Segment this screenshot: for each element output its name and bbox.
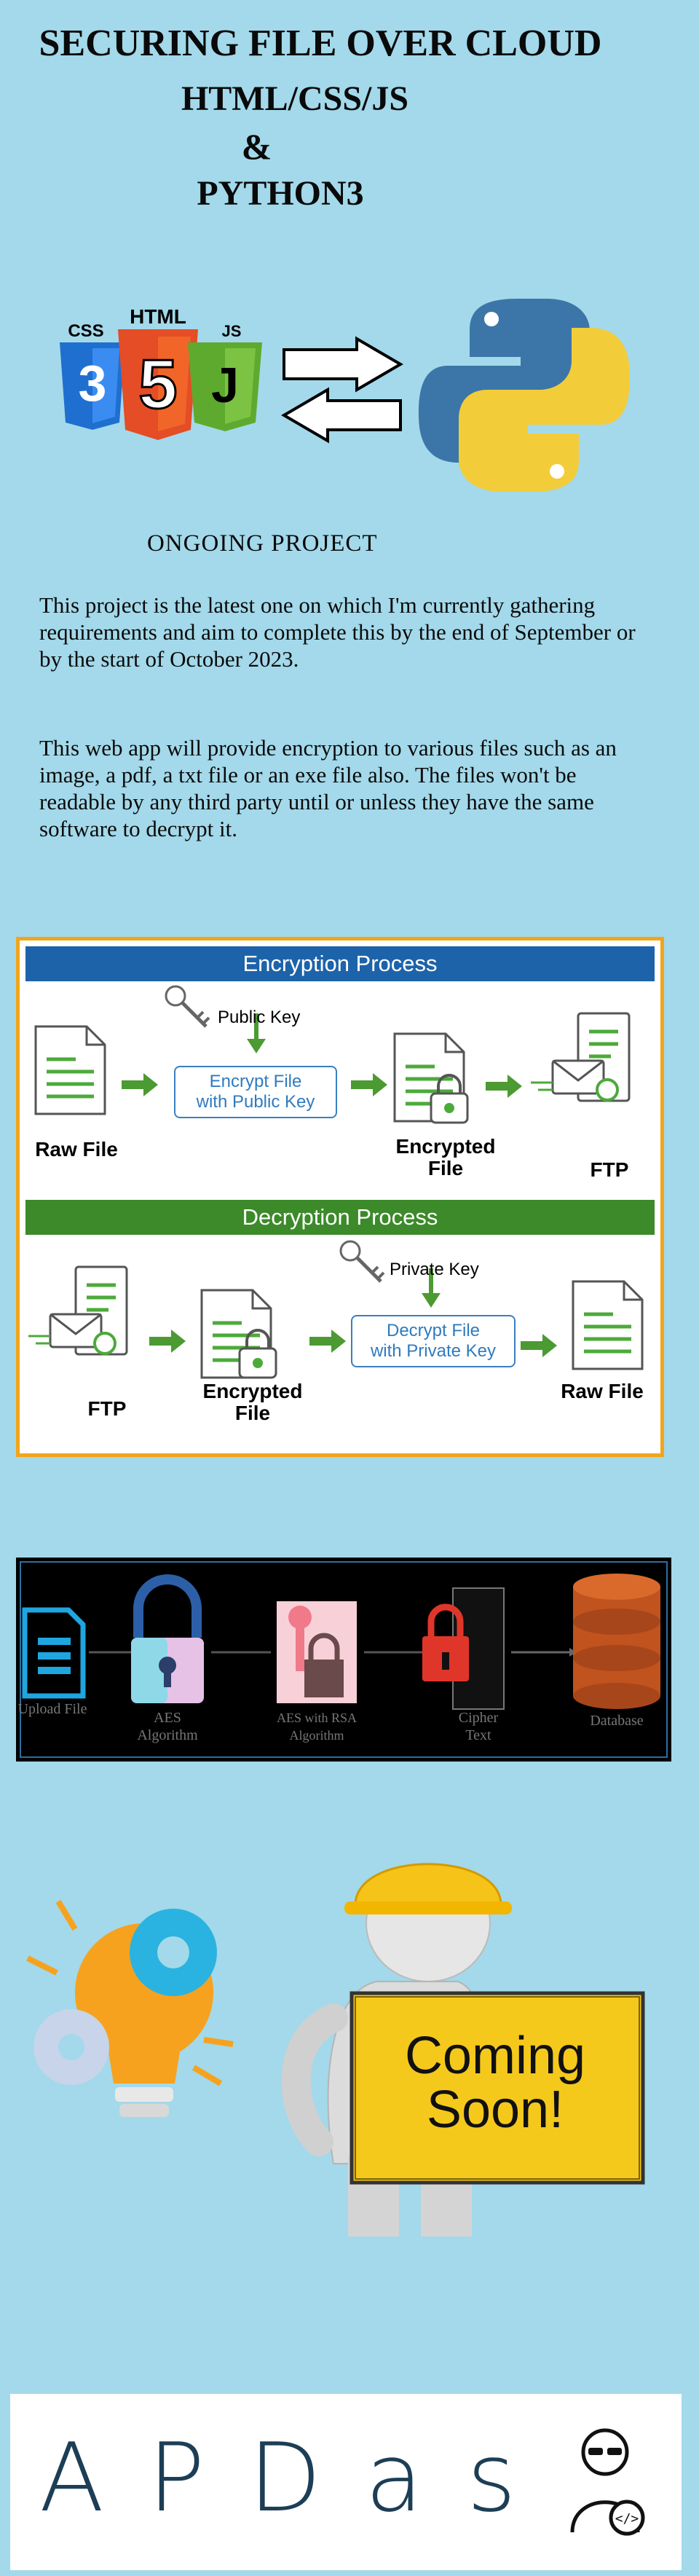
raw-file-label: Raw File bbox=[561, 1380, 644, 1402]
public-key-label: Public Key bbox=[218, 1008, 301, 1027]
ftp-label: FTP bbox=[87, 1397, 127, 1420]
flow-step-line-1: Cipher bbox=[458, 1710, 499, 1726]
ftp-icon bbox=[531, 1013, 629, 1101]
description-paragraph-1: This project is the latest one on which … bbox=[39, 592, 636, 672]
encrypt-step-line-2: with Public Key bbox=[196, 1092, 315, 1112]
ftp-icon bbox=[28, 1267, 127, 1354]
private-key-icon bbox=[341, 1241, 384, 1281]
flow-step-label: Cipher Text bbox=[438, 1709, 518, 1744]
svg-text:JS: JS bbox=[222, 322, 242, 340]
title-line-1: SECURING FILE OVER CLOUD bbox=[39, 23, 602, 64]
flow-step-line-2: Text bbox=[465, 1727, 491, 1743]
exchange-arrows-icon bbox=[281, 336, 403, 444]
decrypt-step-line-1: Decrypt File bbox=[386, 1321, 481, 1340]
javascript-icon: J JS bbox=[188, 322, 262, 431]
encrypt-step-line-1: Encrypt File bbox=[209, 1072, 302, 1091]
logo-wordmark: APDas bbox=[39, 2422, 560, 2533]
raw-file-label: Raw File bbox=[35, 1138, 118, 1161]
ftp-label: FTP bbox=[590, 1158, 629, 1181]
tech-stack-banner: 3 CSS 5 HTML J JS bbox=[60, 299, 630, 492]
title-line-3: & bbox=[241, 126, 272, 167]
arrow-icon bbox=[149, 1330, 186, 1353]
project-status: ONGOING PROJECT bbox=[147, 530, 378, 557]
encryption-flow-diagram: Upload File AES Algorithm AES with RSA A… bbox=[16, 1558, 671, 1762]
cipher-text-icon bbox=[422, 1587, 505, 1710]
python-logo-icon bbox=[419, 299, 630, 492]
encrypted-label-line-2: File bbox=[234, 1402, 271, 1424]
flow-step-line-1: AES with RSA bbox=[276, 1711, 358, 1725]
arrow-icon bbox=[521, 1334, 557, 1357]
arrow-icon bbox=[486, 1075, 522, 1098]
flow-step-line-2: Algorithm bbox=[137, 1727, 198, 1743]
flow-step-label: Database bbox=[590, 1713, 644, 1729]
svg-text:HTML: HTML bbox=[130, 305, 186, 328]
flow-step-label: Upload File bbox=[17, 1701, 87, 1717]
coming-soon-text: Coming Soon! bbox=[357, 2029, 633, 2137]
public-key-icon bbox=[166, 986, 209, 1026]
aes-rsa-key-lock-icon bbox=[277, 1601, 357, 1703]
developer-avatar-icon: </> bbox=[570, 2428, 645, 2536]
title-line-4: PYTHON3 bbox=[197, 174, 364, 213]
private-key-label: Private Key bbox=[390, 1260, 479, 1279]
raw-file-icon bbox=[36, 1026, 105, 1114]
process-diagram-graphics bbox=[20, 941, 660, 1453]
decrypt-step-line-2: with Private Key bbox=[370, 1341, 497, 1361]
flow-step-line-2: Algorithm bbox=[289, 1728, 344, 1743]
apdas-logo-banner: APDas </> bbox=[10, 2394, 682, 2570]
arrow-icon bbox=[122, 1073, 158, 1096]
flow-step-label: AES with RSA Algorithm bbox=[269, 1709, 364, 1744]
svg-text:J: J bbox=[211, 358, 239, 413]
description-paragraph-2: This web app will provide encryption to … bbox=[39, 735, 617, 841]
raw-file-icon bbox=[573, 1281, 642, 1369]
coming-soon-line-1: Coming bbox=[404, 2027, 586, 2085]
encryption-decryption-diagram: Encryption Process Decryption Process Pu… bbox=[16, 937, 664, 1457]
svg-text:CSS: CSS bbox=[68, 321, 103, 341]
flow-step-label: AES Algorithm bbox=[131, 1709, 204, 1744]
encrypted-label-line-2: File bbox=[427, 1157, 464, 1179]
upload-file-icon bbox=[22, 1607, 86, 1699]
coming-soon-line-2: Soon! bbox=[426, 2081, 564, 2139]
svg-text:5: 5 bbox=[138, 345, 177, 423]
svg-text:</>: </> bbox=[615, 2511, 639, 2526]
encrypted-label-line-1: Encrypted bbox=[395, 1135, 496, 1158]
flow-step-line-1: AES bbox=[154, 1710, 181, 1726]
arrow-icon bbox=[351, 1073, 387, 1096]
title-line-2: HTML/CSS/JS bbox=[181, 79, 409, 118]
encrypt-step-box: Encrypt File with Public Key bbox=[174, 1066, 337, 1118]
decrypt-step-box: Decrypt File with Private Key bbox=[351, 1315, 516, 1367]
encrypted-file-label: Encrypted File bbox=[380, 1136, 511, 1179]
aes-lock-icon bbox=[131, 1574, 204, 1703]
svg-text:3: 3 bbox=[79, 355, 107, 412]
arrow-icon bbox=[309, 1330, 346, 1353]
html5-icon: 5 HTML bbox=[118, 305, 198, 440]
css3-icon: 3 CSS bbox=[60, 321, 125, 430]
encrypted-label-line-1: Encrypted bbox=[202, 1380, 303, 1402]
lightbulb-gears-icon bbox=[26, 1899, 234, 2117]
database-icon bbox=[573, 1574, 660, 1709]
encrypted-file-label: Encrypted File bbox=[187, 1381, 318, 1424]
